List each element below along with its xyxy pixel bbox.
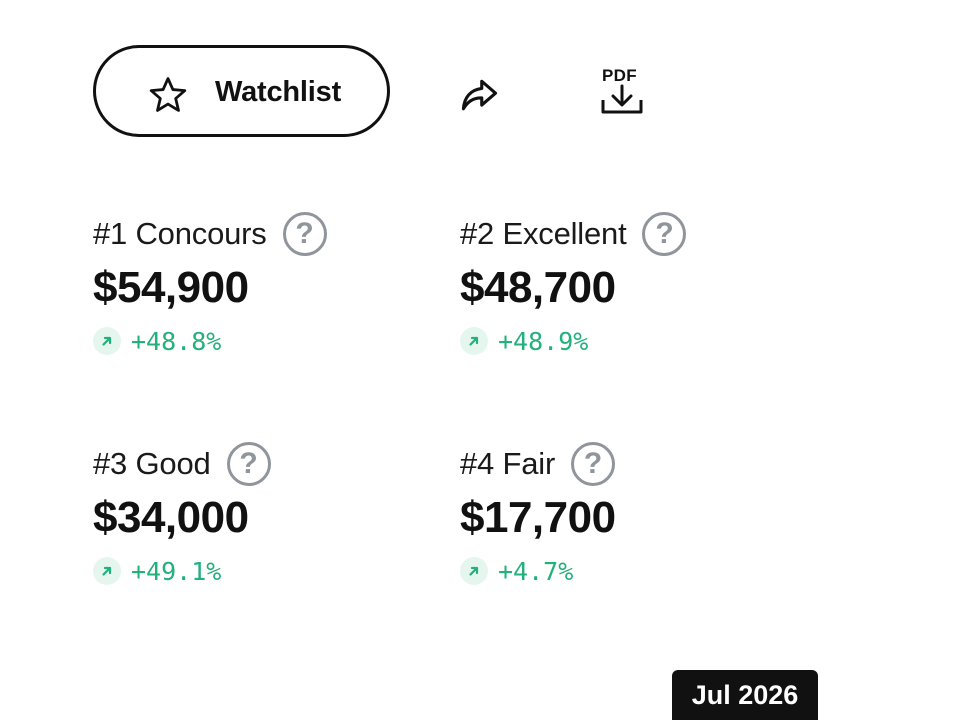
price-value: $48,700 <box>460 263 616 312</box>
watchlist-button[interactable]: Watchlist <box>93 45 390 137</box>
price-change: +48.9% <box>460 326 588 356</box>
change-percent: +49.1% <box>131 556 222 586</box>
price-value: $54,900 <box>93 263 249 312</box>
valuation-card-fair: #4 Fair ? $17,700 +4.7% <box>460 440 790 600</box>
trend-up-icon <box>460 557 488 585</box>
price-change: +48.8% <box>93 326 221 356</box>
star-icon <box>149 77 187 112</box>
pdf-label: PDF <box>602 66 637 85</box>
trend-up-icon <box>93 557 121 585</box>
share-button[interactable] <box>457 73 501 117</box>
price-change: +4.7% <box>460 556 573 586</box>
grade-label: #3 Good <box>93 446 211 481</box>
help-icon[interactable]: ? <box>226 442 271 486</box>
change-percent: +48.8% <box>131 326 222 356</box>
grade-label: #4 Fair <box>460 446 556 481</box>
price-change: +49.1% <box>93 556 221 586</box>
help-icon[interactable]: ? <box>642 212 687 256</box>
trend-up-icon <box>460 327 488 355</box>
price-value: $17,700 <box>460 493 616 542</box>
change-percent: +48.9% <box>498 326 589 356</box>
share-icon <box>461 79 498 111</box>
valuation-card-good: #3 Good ? $34,000 +49.1% <box>93 440 423 600</box>
trend-up-icon <box>93 327 121 355</box>
valuation-card-excellent: #2 Excellent ? $48,700 +48.9% <box>460 210 790 370</box>
watchlist-label: Watchlist <box>215 76 342 108</box>
toolbar: Watchlist PDF <box>93 45 693 145</box>
download-icon <box>601 84 643 114</box>
help-icon[interactable]: ? <box>282 212 327 256</box>
date-tooltip: Jul 2026 <box>672 670 818 720</box>
pdf-download-button[interactable]: PDF <box>597 64 649 120</box>
change-percent: +4.7% <box>498 556 574 586</box>
grade-label: #1 Concours <box>93 216 267 251</box>
help-icon[interactable]: ? <box>571 442 616 486</box>
valuation-card-concours: #1 Concours ? $54,900 +48.8% <box>93 210 423 370</box>
grade-label: #2 Excellent <box>460 216 627 251</box>
price-value: $34,000 <box>93 493 249 542</box>
